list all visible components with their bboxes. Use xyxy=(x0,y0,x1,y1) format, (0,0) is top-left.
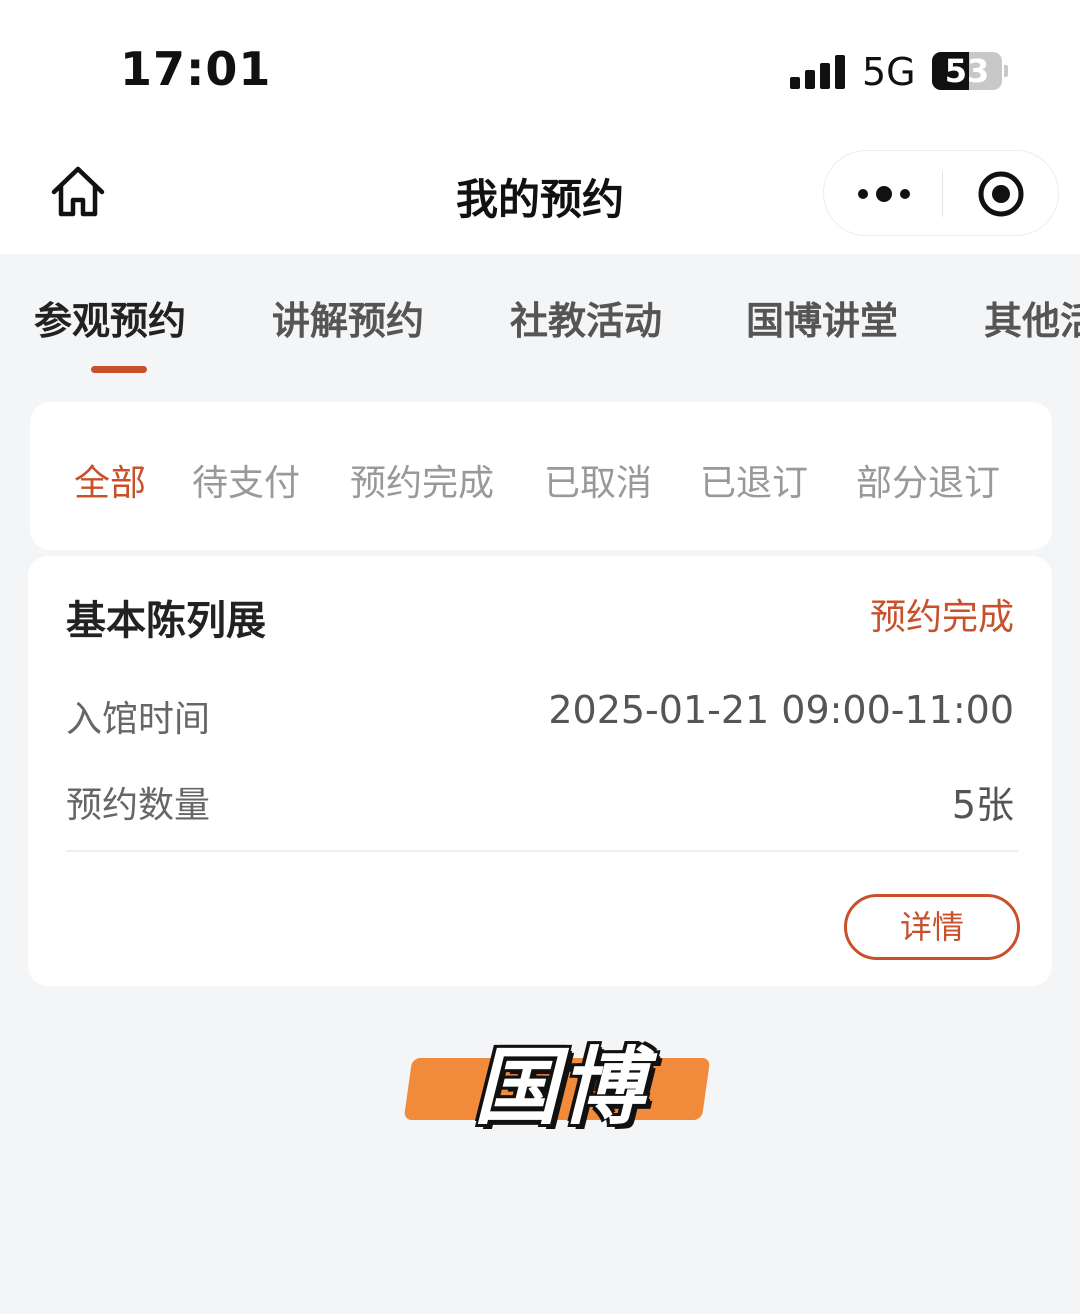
status-filter-bar: 全部 待支付 预约完成 已取消 已退订 部分退订 xyxy=(30,402,1052,550)
tab-other-activities[interactable]: 其他活 xyxy=(984,290,1080,345)
target-icon[interactable] xyxy=(976,169,1026,219)
tab-guide-booking[interactable]: 讲解预约 xyxy=(272,290,424,345)
category-tabs: 参观预约 讲解预约 社教活动 国博讲堂 其他活 xyxy=(0,254,1080,384)
battery-tip xyxy=(1004,65,1008,77)
network-label: 5G xyxy=(862,50,916,94)
booking-card: 基本陈列展 预约完成 入馆时间 2025-01-21 09:00-11:00 预… xyxy=(28,556,1052,986)
exhibition-title: 基本陈列展 xyxy=(66,598,266,644)
nav-bar: 我的预约 xyxy=(0,140,1080,254)
filter-pending-payment[interactable]: 待支付 xyxy=(192,454,300,506)
filter-cancelled[interactable]: 已取消 xyxy=(544,454,652,506)
active-tab-indicator xyxy=(91,366,147,373)
quantity-value: 5张 xyxy=(951,783,1014,827)
more-icon[interactable] xyxy=(854,179,914,209)
filter-refunded[interactable]: 已退订 xyxy=(700,454,808,506)
menu-capsule xyxy=(823,150,1059,236)
quantity-label: 预约数量 xyxy=(66,785,211,826)
battery-level: 53 xyxy=(944,52,990,90)
capsule-divider xyxy=(942,171,943,217)
watermark-text: 国博 xyxy=(474,1038,647,1136)
tab-education-activities[interactable]: 社教活动 xyxy=(510,290,662,345)
entry-time-label: 入馆时间 xyxy=(66,699,211,740)
filter-completed[interactable]: 预约完成 xyxy=(350,454,494,506)
card-divider xyxy=(66,850,1018,852)
battery-icon: 53 xyxy=(932,52,1002,90)
status-time: 17:01 xyxy=(120,42,272,96)
signal-icon xyxy=(790,55,846,89)
filter-all[interactable]: 全部 xyxy=(74,454,146,506)
watermark-logo: 国博 xyxy=(403,1020,711,1136)
filter-partially-refunded[interactable]: 部分退订 xyxy=(856,454,1000,506)
detail-button[interactable]: 详情 xyxy=(844,894,1020,960)
tab-museum-lectures[interactable]: 国博讲堂 xyxy=(746,290,898,345)
tab-visit-booking[interactable]: 参观预约 xyxy=(34,290,186,345)
entry-time-value: 2025-01-21 09:00-11:00 xyxy=(548,688,1014,732)
status-bar: 17:01 5G 53 xyxy=(0,0,1080,140)
booking-status: 预约完成 xyxy=(869,597,1014,638)
